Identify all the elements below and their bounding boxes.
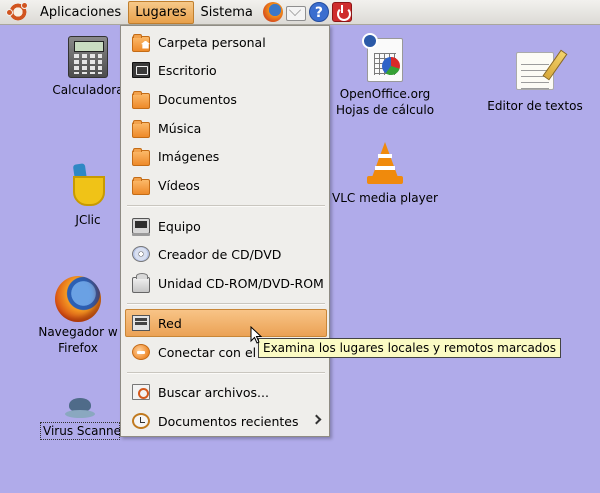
menu-item-label: Unidad CD-ROM/DVD-ROM (158, 275, 324, 291)
search-files-icon (132, 384, 150, 400)
menu-separator (127, 372, 325, 374)
recent-documents-icon (132, 413, 150, 429)
menu-lugares[interactable]: Lugares (128, 0, 194, 24)
menu-item-documentos-recientes[interactable]: Documentos recientes (125, 407, 327, 435)
folder-icon (132, 176, 150, 195)
menu-separator (127, 303, 325, 305)
desktop-icon-text-editor[interactable]: Editor de textos (480, 52, 590, 114)
jclic-icon (71, 164, 105, 208)
menu-aplicaciones[interactable]: Aplicaciones (33, 1, 128, 24)
spreadsheet-icon (362, 33, 403, 82)
menu-item-label: Música (158, 120, 202, 136)
desktop-icon-label: OpenOffice.org (339, 87, 431, 101)
menu-item-escritorio[interactable]: Escritorio (125, 56, 327, 84)
cd-icon (132, 246, 150, 262)
firefox-icon (55, 276, 101, 322)
menu-item-buscar-archivos[interactable]: Buscar archivos... (125, 378, 327, 406)
firefox-launcher-icon[interactable] (262, 2, 283, 22)
places-menu: Carpeta personal Escritorio Documentos M… (120, 25, 330, 437)
desktop-icon-label: JClic (75, 213, 101, 227)
folder-icon (132, 90, 150, 109)
top-panel: Aplicaciones Lugares Sistema ? (0, 0, 600, 25)
cdrom-drive-icon (132, 272, 150, 293)
vlc-stripe (378, 154, 392, 158)
menu-item-label: Buscar archivos... (158, 384, 269, 400)
menu-item-carpeta-personal[interactable]: Carpeta personal (125, 28, 327, 56)
menu-item-equipo[interactable]: Equipo (125, 212, 327, 240)
menu-item-unidad-cdrom[interactable]: Unidad CD-ROM/DVD-ROM (125, 269, 327, 297)
desktop-icon-label: Hojas de cálculo (335, 103, 435, 117)
folder-icon (132, 147, 150, 166)
menu-item-label: Equipo (158, 218, 201, 234)
desktop-icon-spreadsheet[interactable]: OpenOffice.org Hojas de cálculo (330, 33, 440, 118)
ubuntu-logo-icon[interactable] (6, 2, 28, 22)
desktop-icon-label: Navegador w (38, 325, 118, 339)
menu-item-label: Documentos recientes (158, 413, 299, 429)
desktop-icon-label: Virus Scanne (40, 422, 121, 440)
desktop-icon-virus-scanner[interactable]: Virus Scanne (40, 396, 121, 440)
spreadsheet-badge-icon (362, 33, 378, 49)
tooltip: Examina los lugares locales y remotos ma… (258, 338, 562, 358)
desktop-icon-vlc[interactable]: VLC media player (330, 142, 440, 206)
menu-item-label: Red (158, 315, 182, 331)
desktop-icon (132, 62, 150, 78)
menu-item-musica[interactable]: Música (125, 114, 327, 142)
menu-item-label: Creador de CD/DVD (158, 246, 282, 262)
menu-item-label: Escritorio (158, 62, 217, 78)
computer-icon (132, 218, 150, 236)
menu-separator (127, 205, 325, 207)
mouse-cursor-icon (250, 326, 262, 344)
menu-item-label: Imágenes (158, 148, 220, 164)
menu-item-videos[interactable]: Vídeos (125, 171, 327, 199)
desktop-icon-label: Editor de textos (487, 99, 583, 113)
menu-item-creador-cd-dvd[interactable]: Creador de CD/DVD (125, 240, 327, 268)
desktop-icon-label: Firefox (58, 341, 98, 355)
menu-item-label: Conectar con el s (158, 344, 267, 360)
menu-item-imagenes[interactable]: Imágenes (125, 142, 327, 170)
menu-item-documentos[interactable]: Documentos (125, 85, 327, 113)
text-editor-icon (516, 52, 554, 90)
menu-item-red[interactable]: Red (125, 309, 327, 337)
desktop-icon-calculator[interactable]: Calculadora (48, 36, 128, 98)
virus-scanner-icon (65, 396, 95, 420)
menu-item-label: Carpeta personal (158, 34, 266, 50)
calculator-icon (68, 36, 108, 78)
mail-launcher-icon[interactable] (285, 5, 306, 21)
connect-server-icon (132, 344, 150, 360)
desktop-icon-label: Calculadora (52, 83, 124, 97)
home-folder-icon (132, 33, 150, 52)
help-launcher-icon[interactable]: ? (308, 2, 329, 22)
desktop-icon-label: VLC media player (331, 191, 438, 205)
menu-item-label: Vídeos (158, 177, 200, 193)
menu-sistema[interactable]: Sistema (194, 1, 260, 24)
desktop-icon-jclic[interactable]: JClic (48, 164, 128, 228)
desktop-icon-firefox[interactable]: Navegador w Firefox (36, 276, 120, 356)
chevron-right-icon (311, 414, 322, 425)
folder-icon (132, 119, 150, 138)
power-launcher-icon[interactable] (331, 2, 352, 22)
network-icon (132, 315, 150, 331)
vlc-icon (365, 142, 405, 186)
menu-item-label: Documentos (158, 91, 237, 107)
vlc-stripe (375, 166, 395, 170)
